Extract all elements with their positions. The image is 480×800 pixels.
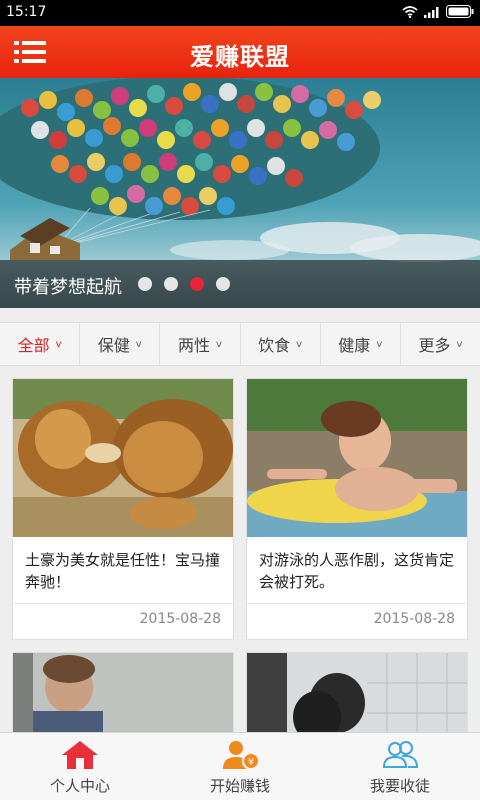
article-thumbnail	[247, 379, 467, 537]
signal-icon	[424, 6, 439, 18]
wifi-icon	[402, 5, 418, 18]
tab-gender[interactable]: 两性 v	[160, 323, 241, 365]
article-title: 对游泳的人恶作剧，这货肯定会被打死。	[259, 551, 455, 591]
app-bar: 爱赚联盟	[0, 26, 480, 78]
earn-money-icon: ¥	[223, 741, 260, 770]
battery-icon	[446, 5, 474, 18]
article-thumbnail	[13, 379, 233, 537]
svg-text:¥: ¥	[248, 757, 254, 768]
tab-all[interactable]: 全部 v	[0, 323, 81, 365]
banner-carousel[interactable]: 带着梦想起航	[0, 78, 480, 308]
chevron-down-icon: v	[456, 338, 463, 350]
chevron-down-icon: v	[135, 338, 142, 350]
article-card[interactable]	[246, 652, 468, 742]
category-tabs: 全部 v 保健 v 两性 v 饮食 v 健康 v 更多 v	[0, 322, 480, 366]
banner-caption-bar: 带着梦想起航	[0, 260, 480, 308]
chevron-down-icon: v	[55, 338, 62, 350]
swimmer-image	[247, 379, 467, 537]
nav-start-earning[interactable]: ¥ 开始赚钱	[160, 733, 320, 800]
carousel-indicators	[138, 277, 230, 291]
article-card[interactable]: 对游泳的人恶作剧，这货肯定会被打死。 2015-08-28	[246, 378, 468, 640]
carousel-dot[interactable]	[164, 277, 178, 291]
carousel-dot-active[interactable]	[190, 277, 204, 291]
tab-health-care[interactable]: 保健 v	[80, 323, 161, 365]
status-bar: 15:17	[0, 0, 480, 26]
nav-label: 个人中心	[49, 777, 110, 795]
divider	[13, 603, 233, 604]
boy-image	[13, 653, 233, 741]
app-title: 爱赚联盟	[190, 43, 290, 71]
article-title: 土豪为美女就是任性！宝马撞奔驰！	[25, 551, 221, 591]
divider	[247, 603, 467, 604]
article-card[interactable]: 土豪为美女就是任性！宝马撞奔驰！ 2015-08-28	[12, 378, 234, 640]
bottom-navigation: 个人中心 ¥ 开始赚钱 我要收徒	[0, 732, 480, 800]
room-image	[247, 653, 467, 741]
tab-more[interactable]: 更多 v	[401, 323, 480, 365]
chevron-down-icon: v	[296, 338, 303, 350]
banner-caption: 带着梦想起航	[14, 277, 122, 298]
nav-personal-center[interactable]: 个人中心	[0, 733, 160, 800]
nav-label: 开始赚钱	[209, 777, 270, 795]
users-icon	[382, 741, 419, 768]
status-time: 15:17	[6, 4, 47, 20]
chevron-down-icon: v	[376, 338, 383, 350]
tab-diet[interactable]: 饮食 v	[241, 323, 321, 365]
nav-label: 我要收徒	[369, 777, 430, 795]
nav-recruit[interactable]: 我要收徒	[320, 733, 480, 800]
tab-health[interactable]: 健康 v	[321, 323, 401, 365]
article-date: 2015-08-28	[139, 611, 221, 627]
home-icon	[62, 741, 98, 769]
lions-image	[13, 379, 233, 537]
article-date: 2015-08-28	[373, 611, 455, 627]
carousel-dot[interactable]	[138, 277, 152, 291]
carousel-dot[interactable]	[216, 277, 230, 291]
article-card[interactable]	[12, 652, 234, 742]
chevron-down-icon: v	[215, 338, 222, 350]
